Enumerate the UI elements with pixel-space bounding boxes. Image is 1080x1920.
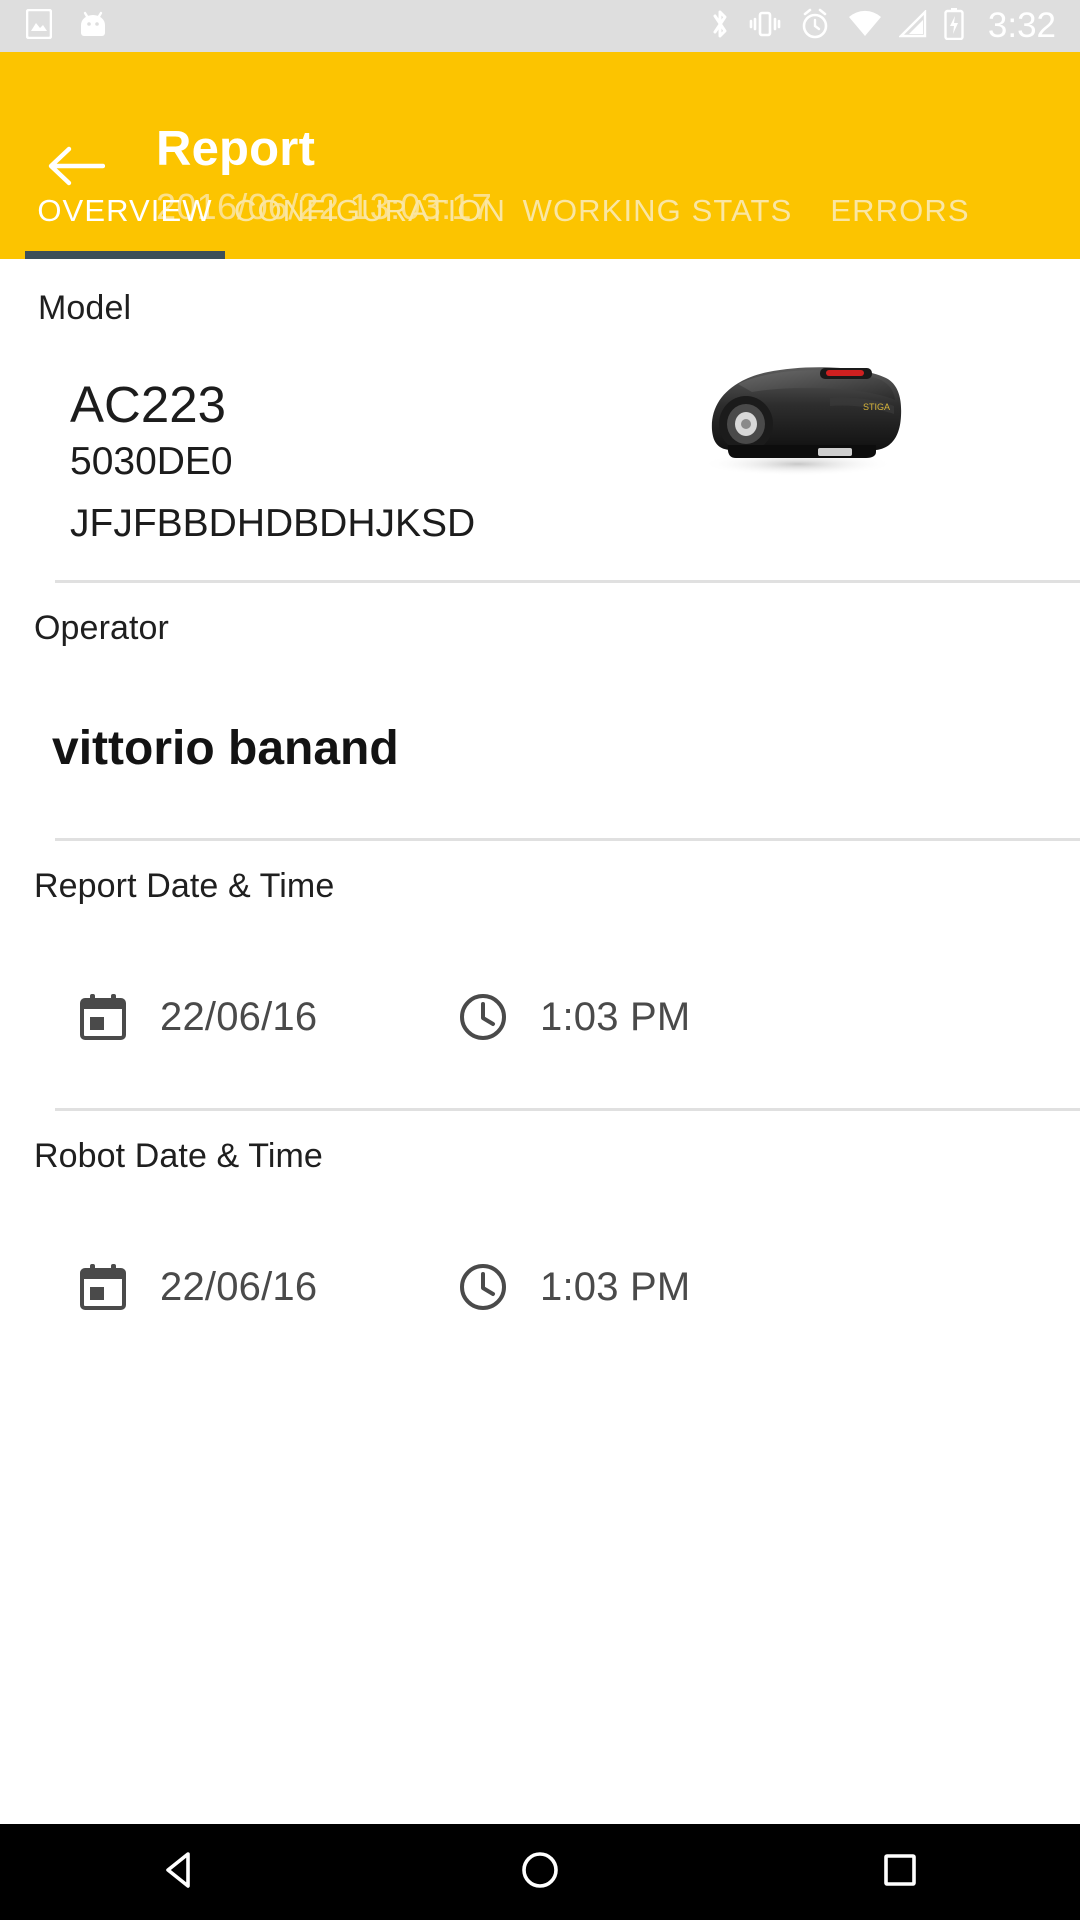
android-head-icon xyxy=(78,9,108,44)
robot-date-field[interactable]: 22/06/16 xyxy=(78,1262,448,1312)
model-code: 5030DE0 xyxy=(70,440,233,483)
svg-text:STIGA: STIGA xyxy=(863,402,890,412)
bluetooth-icon xyxy=(709,7,731,46)
nav-back-button[interactable] xyxy=(120,1824,240,1920)
tab-configuration-label: CONFIGURATION xyxy=(233,193,507,228)
tab-overview-label: OVERVIEW xyxy=(37,193,213,228)
tab-errors[interactable]: ERRORS xyxy=(800,185,1000,259)
model-value: AC223 xyxy=(70,376,226,433)
wifi-icon xyxy=(848,10,882,43)
nav-back-icon xyxy=(158,1848,202,1897)
tab-configuration[interactable]: CONFIGURATION xyxy=(225,185,515,259)
android-navigation-bar xyxy=(0,1824,1080,1920)
report-datetime-row: 22/06/16 1:03 PM xyxy=(0,992,1080,1042)
tab-overview[interactable]: OVERVIEW xyxy=(25,185,225,259)
nav-recents-button[interactable] xyxy=(840,1824,960,1920)
app-bar: Report 2016/06/22 13:03:17 OVERVIEW CONF… xyxy=(0,52,1080,259)
report-date-value: 22/06/16 xyxy=(160,995,318,1039)
model-serial: JFJFBBDHDBDHJKSD xyxy=(70,502,476,545)
alarm-icon xyxy=(799,8,831,45)
report-time-field[interactable]: 1:03 PM xyxy=(458,992,690,1042)
robot-datetime-label: Robot Date & Time xyxy=(34,1137,323,1175)
model-section: Model AC223 5030DE0 JFJFBBDHDBDHJKSD STI… xyxy=(0,259,1080,583)
image-icon xyxy=(25,8,53,44)
vibrate-icon xyxy=(748,8,782,45)
clock-icon xyxy=(458,1262,508,1312)
report-date-field[interactable]: 22/06/16 xyxy=(78,992,448,1042)
overview-content: Model AC223 5030DE0 JFJFBBDHDBDHJKSD STI… xyxy=(0,259,1080,1440)
operator-section: Operator vittorio banand xyxy=(0,583,1080,841)
operator-value: vittorio banand xyxy=(52,722,399,775)
status-bar-clock: 3:32 xyxy=(987,6,1056,45)
clock-icon xyxy=(458,992,508,1042)
nav-home-button[interactable] xyxy=(480,1824,600,1920)
tab-bar[interactable]: OVERVIEW CONFIGURATION WORKING STATS ERR… xyxy=(0,52,1080,259)
tab-working-stats-label: WORKING STATS xyxy=(522,193,793,228)
tab-working-stats[interactable]: WORKING STATS xyxy=(515,185,800,259)
model-label: Model xyxy=(38,289,132,327)
report-time-value: 1:03 PM xyxy=(540,995,691,1039)
model-body: AC223 5030DE0 JFJFBBDHDBDHJKSD STIGA xyxy=(0,328,1080,580)
battery-charging-icon xyxy=(944,7,964,45)
operator-label: Operator xyxy=(34,609,169,647)
nav-home-icon xyxy=(518,1848,562,1897)
robot-time-field[interactable]: 1:03 PM xyxy=(458,1262,690,1312)
robot-datetime-row: 22/06/16 1:03 PM xyxy=(0,1262,1080,1312)
nav-recents-icon xyxy=(878,1848,922,1897)
status-bar-system-icons: 3:32 xyxy=(709,0,1056,52)
tab-active-indicator xyxy=(25,251,225,259)
report-datetime-section: Report Date & Time 22/06/16 1:03 PM xyxy=(0,841,1080,1111)
tab-errors-label: ERRORS xyxy=(830,193,970,228)
calendar-icon xyxy=(78,992,128,1042)
robot-date-value: 22/06/16 xyxy=(160,1265,318,1309)
calendar-icon xyxy=(78,1262,128,1312)
status-bar-notification-icons xyxy=(25,8,108,44)
status-bar: 3:32 xyxy=(0,0,1080,52)
robot-lawnmower-image: STIGA xyxy=(680,340,910,480)
robot-time-value: 1:03 PM xyxy=(540,1265,691,1309)
report-datetime-label: Report Date & Time xyxy=(34,867,335,905)
cellular-signal-icon xyxy=(897,8,927,43)
robot-datetime-section: Robot Date & Time 22/06/16 1:03 PM xyxy=(0,1111,1080,1312)
